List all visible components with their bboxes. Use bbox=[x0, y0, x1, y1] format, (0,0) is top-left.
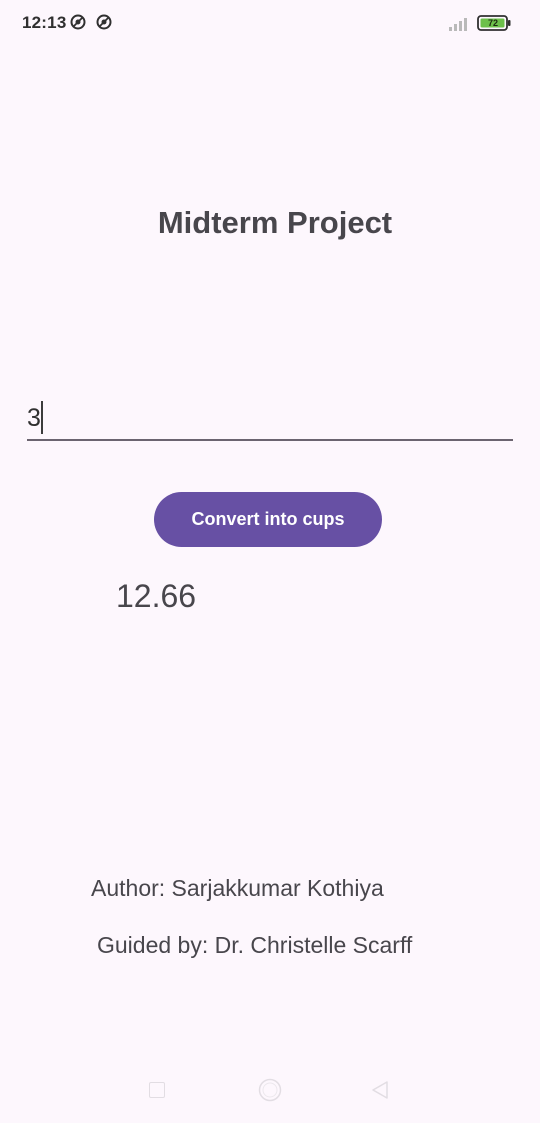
amount-input[interactable] bbox=[27, 398, 513, 438]
home-circle-icon[interactable] bbox=[258, 1078, 282, 1102]
battery-level: 72 bbox=[487, 18, 498, 28]
guided-by-text: Guided by: Dr. Christelle Scarff bbox=[97, 932, 413, 958]
text-cursor bbox=[41, 401, 43, 434]
signal-icon bbox=[449, 18, 467, 31]
amount-field[interactable] bbox=[27, 398, 513, 441]
result-value: 12.66 bbox=[116, 578, 197, 614]
recents-square-icon[interactable] bbox=[149, 1082, 165, 1098]
page-title: Midterm Project bbox=[157, 205, 393, 240]
status-time: 12:13 bbox=[22, 13, 67, 32]
notification-icon bbox=[70, 14, 86, 30]
notification-icon bbox=[96, 14, 112, 30]
convert-button[interactable]: Convert into cups bbox=[154, 492, 382, 547]
status-bar: 12:13 72 bbox=[0, 0, 540, 46]
back-triangle-icon[interactable] bbox=[370, 1080, 390, 1100]
author-text: Author: Sarjakkumar Kothiya bbox=[91, 875, 384, 901]
